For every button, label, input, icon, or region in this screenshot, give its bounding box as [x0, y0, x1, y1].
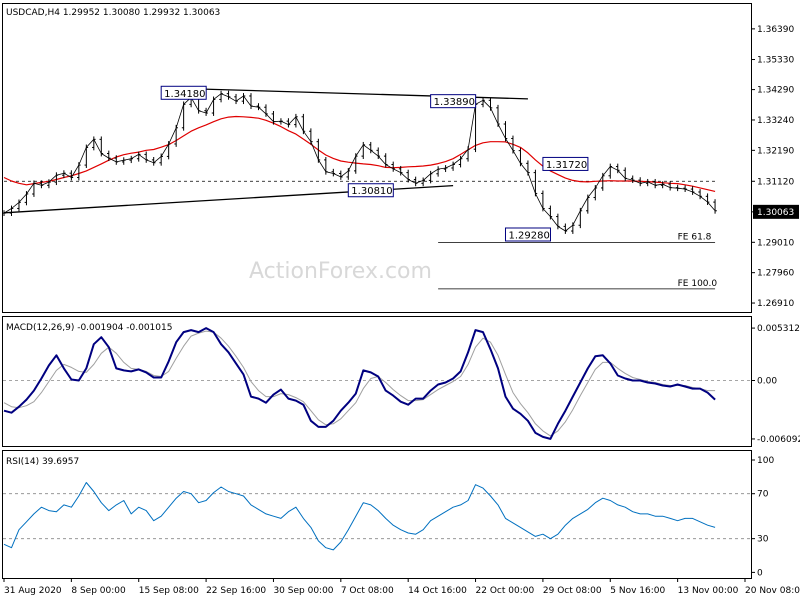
rsi-line — [3, 482, 716, 551]
macd-y-axis: 0.005312 0.00 -0.006092 — [751, 324, 800, 445]
rsi-series-layer — [3, 482, 751, 551]
price-tick-label: 1.35330 — [757, 56, 794, 66]
rsi-tick-label: 100 — [757, 456, 774, 466]
x-tick-label: 8 Sep 00:00 — [71, 586, 126, 596]
macd-tick-label: -0.006092 — [757, 435, 800, 445]
rsi-panel-title: RSI(14) 39.6957 — [6, 457, 79, 467]
price-tick-label: 1.26910 — [757, 299, 794, 309]
price-level-label: 1.31720 — [546, 160, 587, 171]
price-line — [3, 93, 716, 232]
price-series-layer — [2, 90, 717, 234]
macd-tick-label: 0.005312 — [757, 324, 800, 334]
price-tick-label: 1.34290 — [757, 86, 794, 96]
macd-series-layer — [3, 327, 751, 440]
x-tick-label: 22 Sep 16:00 — [206, 586, 266, 596]
x-tick-label: 20 Nov 08:00 — [745, 586, 800, 596]
rsi-tick-label: 30 — [757, 535, 769, 545]
macd-line — [3, 327, 716, 440]
x-tick-label: 14 Oct 16:00 — [408, 586, 467, 596]
watermark: ActionForex.com — [249, 259, 432, 284]
fibonacci-extension-label: FE 100.0 — [678, 279, 718, 289]
price-tick-label: 1.29010 — [757, 238, 794, 248]
rsi-tick-label: 70 — [757, 490, 769, 500]
fibonacci-extension-label: FE 61.8 — [678, 233, 712, 243]
price-tick-label: 1.33240 — [757, 116, 794, 126]
price-tick-label: 1.31120 — [757, 177, 794, 187]
x-tick-label: 7 Oct 08:00 — [341, 586, 394, 596]
price-current-price-label: 1.30063 — [757, 208, 794, 218]
x-tick-label: 29 Oct 08:00 — [543, 586, 602, 596]
macd-tick-label: 0.00 — [757, 376, 777, 386]
x-tick-label: 13 Nov 00:00 — [678, 586, 739, 596]
price-tick-label: 1.27960 — [757, 269, 794, 279]
price-level-label: 1.29280 — [508, 230, 549, 241]
x-tick-label: 31 Aug 2020 — [4, 586, 62, 596]
price-level-label: 1.33890 — [434, 97, 475, 108]
price-y-axis: 1.36390 1.35330 1.34290 1.33240 1.32190 1.311… — [751, 25, 799, 309]
price-level-label: 1.34180 — [164, 89, 205, 100]
price-level-label: 1.30810 — [351, 186, 392, 197]
rsi-y-axis: 100 70 30 0 — [751, 456, 774, 578]
rsi-tick-label: 0 — [757, 568, 763, 578]
moving-average-line — [3, 115, 716, 192]
x-tick-label: 15 Sep 08:00 — [139, 586, 199, 596]
time-x-axis: 31 Aug 2020 8 Sep 00:00 15 Sep 08:00 22 Sep… — [3, 578, 800, 596]
rsi-panel-frame — [2, 450, 752, 579]
price-tick-label: 1.36390 — [757, 25, 794, 35]
price-panel-title: USDCAD,H4 1.29952 1.30080 1.29932 1.3006… — [6, 8, 220, 18]
x-tick-label: 30 Sep 00:00 — [273, 586, 333, 596]
price-tick-label: 1.32190 — [757, 146, 794, 156]
usdcad-chart: ActionForex.com USDCAD,H4 1.29952 1.3008… — [2, 3, 800, 596]
x-tick-label: 22 Oct 00:00 — [476, 586, 535, 596]
x-tick-label: 5 Nov 16:00 — [610, 586, 665, 596]
macd-panel-title: MACD(12,26,9) -0.001904 -0.001015 — [6, 323, 172, 333]
